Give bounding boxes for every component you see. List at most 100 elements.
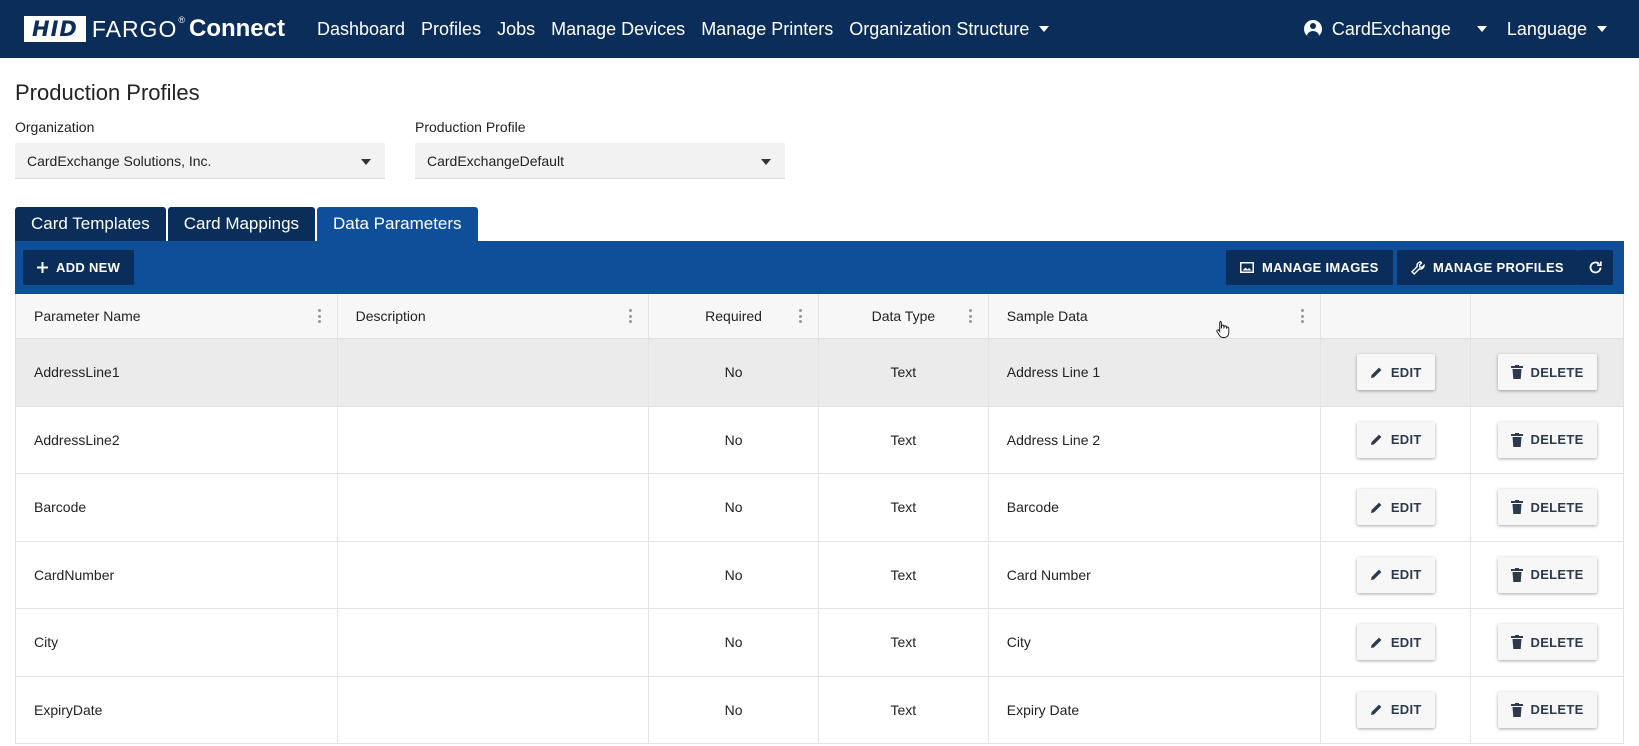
refresh-button[interactable] (1578, 250, 1613, 285)
column-menu-icon[interactable] (629, 309, 633, 323)
fargo-connect-logo[interactable]: HID FARGO ® Connect (24, 15, 285, 43)
add-new-button[interactable]: ADD NEW (23, 250, 135, 285)
nav-manage-devices[interactable]: Manage Devices (543, 19, 693, 40)
fargo-wordmark: FARGO (91, 15, 178, 42)
column-header-data-type[interactable]: Data Type (819, 294, 989, 338)
column-header-description[interactable]: Description (338, 294, 650, 338)
nav-dashboard[interactable]: Dashboard (309, 19, 413, 40)
column-header-parameter-name[interactable]: Parameter Name (16, 294, 338, 338)
manage-images-button[interactable]: MANAGE IMAGES (1226, 250, 1393, 285)
cell-description (338, 406, 650, 473)
column-header-label: Description (355, 308, 426, 324)
table-row[interactable]: City No Text City EDIT DELETE (16, 609, 1623, 677)
top-navbar: HID FARGO ® Connect Dashboard Profiles J… (0, 0, 1639, 58)
nav-organization-structure[interactable]: Organization Structure (841, 19, 1057, 40)
image-icon (1240, 262, 1254, 273)
delete-button[interactable]: DELETE (1497, 556, 1597, 593)
table-row[interactable]: ExpiryDate No Text Expiry Date EDIT DELE… (16, 676, 1623, 744)
cell-sample-data: Address Line 1 (989, 339, 1322, 406)
table-row[interactable]: AddressLine2 No Text Address Line 2 EDIT… (16, 406, 1623, 474)
production-profile-value: CardExchangeDefault (427, 152, 564, 169)
tab-data-parameters[interactable]: Data Parameters (317, 207, 478, 241)
table-row[interactable]: Barcode No Text Barcode EDIT DELETE (16, 474, 1623, 542)
delete-button[interactable]: DELETE (1497, 691, 1597, 728)
column-header-required[interactable]: Required (649, 294, 819, 338)
pencil-icon (1370, 366, 1383, 379)
cell-required: No (649, 339, 819, 406)
table-row[interactable]: CardNumber No Text Card Number EDIT DELE… (16, 541, 1623, 609)
nav-manage-printers[interactable]: Manage Printers (693, 19, 841, 40)
dropdown-arrow-icon (361, 159, 371, 165)
cell-required: No (649, 676, 819, 743)
dropdown-arrow-icon (761, 159, 771, 165)
delete-label: DELETE (1530, 364, 1584, 380)
profile-tabs: Card Templates Card Mappings Data Parame… (15, 207, 480, 241)
production-profile-select[interactable]: CardExchangeDefault (415, 143, 785, 179)
delete-button[interactable]: DELETE (1497, 489, 1597, 526)
cell-data-type: Text (819, 474, 989, 541)
trash-icon (1510, 432, 1523, 447)
cell-parameter-name: City (16, 609, 338, 676)
chevron-down-icon (1039, 26, 1050, 32)
column-header-label: Parameter Name (34, 308, 141, 324)
edit-button[interactable]: EDIT (1356, 421, 1435, 458)
edit-label: EDIT (1390, 432, 1422, 448)
edit-button[interactable]: EDIT (1356, 691, 1435, 728)
edit-button[interactable]: EDIT (1356, 624, 1435, 661)
cell-description (338, 541, 650, 608)
table-row[interactable]: AddressLine1 No Text Address Line 1 EDIT… (16, 339, 1623, 407)
pencil-icon (1370, 703, 1383, 716)
edit-button[interactable]: EDIT (1356, 489, 1435, 526)
language-menu[interactable]: Language (1507, 19, 1607, 40)
manage-profiles-button[interactable]: MANAGE PROFILES (1397, 250, 1578, 285)
cell-description (338, 609, 650, 676)
edit-button[interactable]: EDIT (1356, 354, 1435, 391)
nav-profiles[interactable]: Profiles (413, 19, 489, 40)
edit-button[interactable]: EDIT (1356, 556, 1435, 593)
delete-label: DELETE (1530, 702, 1584, 718)
column-header-edit (1321, 294, 1472, 338)
cell-delete: DELETE (1471, 542, 1623, 609)
user-name: CardExchange (1331, 18, 1451, 39)
chevron-down-icon (1597, 26, 1607, 32)
plus-icon (37, 262, 48, 273)
delete-button[interactable]: DELETE (1497, 421, 1597, 458)
add-new-label: ADD NEW (56, 260, 121, 275)
nav-jobs[interactable]: Jobs (489, 19, 543, 40)
column-header-label: Required (705, 308, 762, 324)
nav-organization-structure-label: Organization Structure (849, 18, 1030, 39)
main-nav: Dashboard Profiles Jobs Manage Devices M… (309, 19, 1057, 40)
column-header-sample-data[interactable]: Sample Data (989, 294, 1322, 338)
connect-wordmark: Connect (188, 15, 285, 42)
tab-card-templates[interactable]: Card Templates (15, 207, 166, 241)
cell-parameter-name: AddressLine2 (16, 406, 338, 473)
user-menu[interactable]: CardExchange (1303, 18, 1487, 40)
column-menu-icon[interactable] (798, 309, 802, 323)
column-menu-icon[interactable] (968, 309, 972, 323)
edit-label: EDIT (1390, 702, 1422, 718)
pencil-icon (1370, 501, 1383, 514)
cell-data-type: Text (819, 339, 989, 406)
cell-parameter-name: AddressLine1 (16, 339, 338, 406)
tab-card-mappings[interactable]: Card Mappings (167, 207, 316, 241)
cell-required: No (649, 406, 819, 473)
column-menu-icon[interactable] (317, 309, 321, 323)
nav-right: CardExchange Language (1303, 0, 1639, 58)
cell-parameter-name: ExpiryDate (16, 676, 338, 743)
cell-description (338, 474, 650, 541)
production-profile-label: Production Profile (415, 119, 526, 135)
cell-delete: DELETE (1471, 407, 1623, 474)
organization-select[interactable]: CardExchange Solutions, Inc. (15, 143, 385, 179)
cell-delete: DELETE (1471, 677, 1623, 744)
delete-label: DELETE (1530, 432, 1584, 448)
column-header-label: Data Type (871, 308, 936, 324)
column-menu-icon[interactable] (1301, 309, 1305, 323)
cell-required: No (649, 474, 819, 541)
cell-edit: EDIT (1321, 676, 1472, 743)
delete-button[interactable]: DELETE (1497, 624, 1597, 661)
cell-parameter-name: Barcode (16, 474, 338, 541)
delete-button[interactable]: DELETE (1497, 354, 1597, 391)
edit-label: EDIT (1390, 567, 1422, 583)
trash-icon (1510, 365, 1523, 380)
data-parameters-table: Parameter Name Description Required Data… (15, 294, 1624, 744)
